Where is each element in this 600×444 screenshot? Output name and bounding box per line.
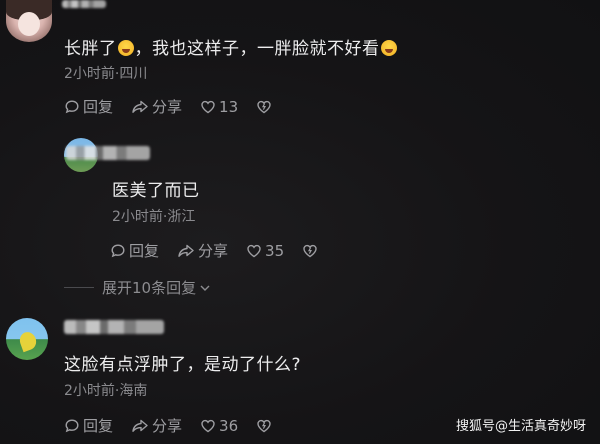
like-count: 13 [219,97,239,116]
dislike-icon [257,100,271,113]
comment-text: 医美了而已 [112,181,200,201]
reply-button[interactable]: 回复 [64,415,113,436]
heart-icon [201,419,215,432]
user-avatar[interactable] [6,318,48,360]
share-icon [132,100,148,113]
like-count: 35 [265,241,285,260]
comment-section: 长胖了 ，我也这样子，一胖脸就不好看 2小时前·四川 回复 分享 13 医美了而已… [0,0,600,444]
comment-meta: 2小时前·四川 [64,66,148,82]
reply-button[interactable]: 回复 [64,96,113,117]
dislike-button[interactable] [256,99,272,115]
share-icon [132,419,148,432]
chevron-down-icon [200,285,210,291]
laughing-emoji-icon [117,40,134,56]
share-button[interactable]: 分享 [131,415,182,436]
comment-actions: 回复 分享 13 [64,96,290,117]
comment-text: 这脸有点浮肿了，是动了什么? [64,355,302,375]
like-button[interactable]: 13 [200,98,238,116]
username-blurred[interactable] [64,320,164,334]
username-blurred[interactable] [62,0,106,8]
comment-icon [111,243,125,257]
reply-button[interactable]: 回复 [110,240,159,261]
laughing-emoji-icon [380,40,397,56]
divider [64,287,94,288]
dislike-button[interactable] [302,243,318,259]
comment-meta: 2小时前·海南 [64,383,148,399]
share-button[interactable]: 分享 [177,240,228,261]
share-button[interactable]: 分享 [131,96,182,117]
comment-icon [65,99,79,113]
comment-actions: 回复 分享 35 [110,240,336,261]
comment-text: 长胖了 ，我也这样子，一胖脸就不好看 [64,34,398,59]
watermark: 搜狐号@生活真奇妙呀 [455,419,586,434]
dislike-icon [257,419,271,432]
dislike-button[interactable] [256,418,272,434]
like-button[interactable]: 35 [246,242,284,260]
share-icon [178,244,194,257]
user-avatar[interactable] [6,0,52,42]
expand-replies-button[interactable]: 展开10条回复 [64,277,212,298]
username-blurred[interactable] [66,146,150,160]
dislike-icon [303,244,317,257]
like-count: 36 [219,416,239,435]
like-button[interactable]: 36 [200,417,238,435]
comment-meta: 2小时前·浙江 [112,209,196,225]
heart-icon [201,100,215,113]
comment-actions: 回复 分享 36 [64,415,290,436]
heart-icon [247,244,261,257]
comment-icon [65,418,79,432]
